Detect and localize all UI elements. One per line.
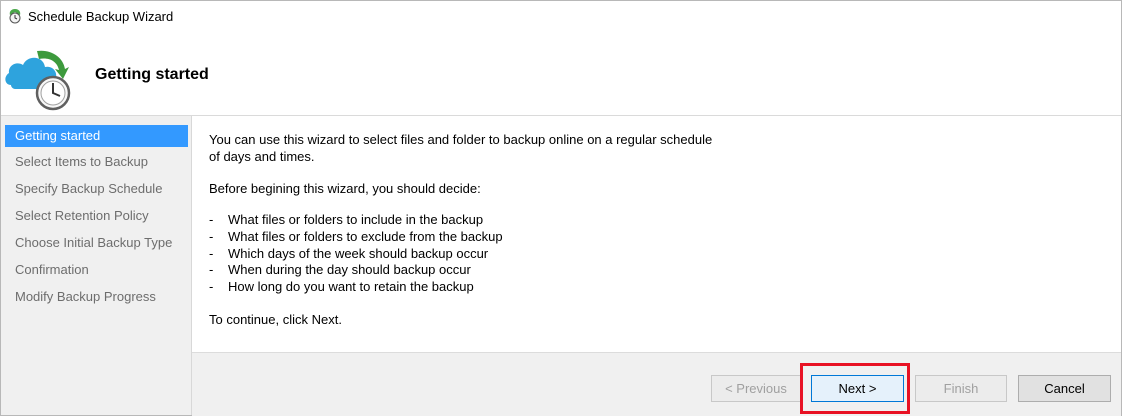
wizard-content: You can use this wizard to select files … [192,116,1121,352]
title-bar: Schedule Backup Wizard [1,1,1121,31]
step-select-items[interactable]: Select Items to Backup [5,151,188,173]
step-specify-schedule[interactable]: Specify Backup Schedule [5,178,188,200]
page-title: Getting started [95,66,209,83]
previous-button[interactable]: < Previous [711,375,801,402]
step-initial-backup-type[interactable]: Choose Initial Backup Type [5,232,188,254]
decide-text: Before begining this wizard, you should … [209,181,481,196]
window-title: Schedule Backup Wizard [28,9,174,24]
intro-text-line2: of days and times. [209,149,315,164]
list-item: - Which days of the week should backup oc… [209,245,489,261]
list-item: - When during the day should backup occur [209,262,471,278]
step-retention-policy[interactable]: Select Retention Policy [5,205,188,227]
intro-text-line1: You can use this wizard to select files … [209,132,713,147]
cancel-button[interactable]: Cancel [1018,375,1111,402]
list-item: - What files or folders to exclude from t… [209,228,503,244]
decision-list: - What files or folders to include in the… [209,212,503,296]
continue-text: To continue, click Next. [209,312,342,327]
wizard-window: Schedule Backup Wizard Getting started G… [0,0,1122,416]
next-button-highlight [800,363,910,414]
wizard-header: Getting started [1,31,1121,116]
finish-button[interactable]: Finish [915,375,1007,402]
cloud-clock-backup-icon [3,43,75,115]
backup-agent-icon [6,7,24,25]
list-item: - What files or folders to include in the… [209,212,484,227]
step-getting-started[interactable]: Getting started [5,125,188,147]
step-confirmation[interactable]: Confirmation [5,259,188,281]
step-modify-progress[interactable]: Modify Backup Progress [5,286,188,308]
list-item: - How long do you want to retain the back… [209,279,474,295]
wizard-steps-sidebar: Getting started Select Items to Backup S… [1,116,192,415]
